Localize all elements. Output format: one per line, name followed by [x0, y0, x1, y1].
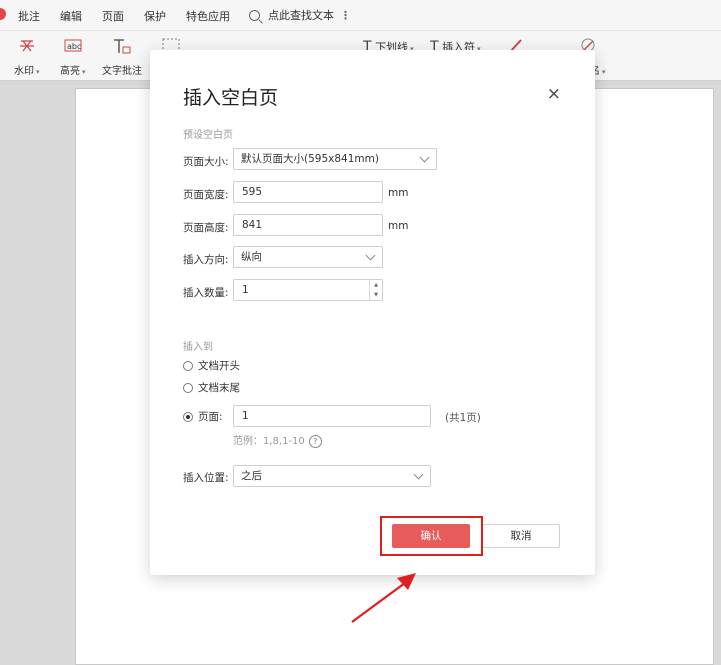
highlight-label: 高亮: [60, 66, 80, 77]
option-page-label: 页面:: [198, 411, 223, 423]
stepper-down-icon[interactable]: ▼: [370, 290, 382, 300]
stepper-arrows[interactable]: ▲ ▼: [369, 280, 382, 300]
search-box[interactable]: 点此查找文本 ⋮: [249, 7, 351, 23]
page-size-label: 页面大小:: [183, 156, 229, 168]
radio-page[interactable]: [183, 411, 193, 422]
menu-edit[interactable]: 编辑: [60, 8, 82, 24]
chevron-down-icon: [413, 469, 424, 480]
insert-count-stepper[interactable]: 1 ▲ ▼: [233, 279, 383, 301]
page-size-select[interactable]: 默认页面大小(595x841mm): [233, 148, 437, 170]
option-document-end-label: 文档末尾: [198, 382, 240, 394]
menu-page[interactable]: 页面: [102, 8, 124, 24]
insert-position-value: 之后: [241, 470, 262, 482]
page-number-input[interactable]: 1: [233, 405, 431, 427]
orientation-select[interactable]: 纵向: [233, 246, 383, 268]
chevron-down-icon: [419, 152, 430, 163]
menu-bar: 批注 编辑 页面 保护 特色应用 点此查找文本 ⋮: [0, 0, 721, 31]
svg-text:abc: abc: [67, 42, 81, 51]
app-logo-icon: [0, 8, 6, 20]
close-icon[interactable]: ×: [547, 86, 561, 103]
menu-protect[interactable]: 保护: [144, 8, 166, 24]
search-label: 点此查找文本: [268, 9, 334, 22]
dialog-title: 插入空白页: [183, 87, 279, 109]
watermark-tool[interactable]: 水印 ▾: [14, 35, 40, 77]
page-width-label: 页面宽度:: [183, 189, 229, 201]
insert-count-label: 插入数量:: [183, 287, 229, 299]
orientation-label: 插入方向:: [183, 254, 229, 266]
page-width-input[interactable]: 595: [233, 181, 383, 203]
option-document-start[interactable]: 文档开头: [183, 358, 240, 373]
highlight-tool[interactable]: abc 高亮 ▾: [60, 35, 86, 77]
page-size-value: 默认页面大小(595x841mm): [241, 153, 379, 165]
option-document-start-label: 文档开头: [198, 360, 240, 372]
radio-document-start[interactable]: [183, 360, 193, 371]
insert-to-section-label: 插入到: [183, 342, 213, 353]
example-hint: 范例：1,8,1-10?: [233, 432, 322, 448]
text-annotation-icon: [102, 35, 142, 57]
search-icon: [249, 9, 260, 21]
option-page[interactable]: 页面:: [183, 409, 223, 424]
page-width-unit: mm: [388, 187, 409, 199]
cancel-button[interactable]: 取消: [482, 524, 560, 548]
text-annotation-tool[interactable]: 文字批注: [102, 35, 142, 77]
insert-position-select[interactable]: 之后: [233, 465, 431, 487]
example-text: 范例：1,8,1-10: [233, 436, 305, 447]
insert-count-value: 1: [242, 284, 249, 296]
page-height-label: 页面高度:: [183, 222, 229, 234]
page-total-label: (共1页): [445, 412, 481, 424]
insert-position-label: 插入位置:: [183, 472, 229, 484]
insert-blank-page-dialog: 插入空白页 × 预设空白页 页面大小: 默认页面大小(595x841mm) 页面…: [150, 50, 595, 575]
orientation-value: 纵向: [241, 251, 262, 263]
help-icon[interactable]: ?: [308, 434, 322, 448]
more-icon[interactable]: ⋮: [340, 9, 351, 22]
preset-section-label: 预设空白页: [183, 130, 233, 141]
menu-annotate[interactable]: 批注: [18, 8, 40, 24]
stepper-up-icon[interactable]: ▲: [370, 280, 382, 290]
page-height-unit: mm: [388, 220, 409, 232]
menu-features[interactable]: 特色应用: [186, 8, 230, 24]
highlight-icon: abc: [60, 35, 86, 57]
watermark-icon: [14, 35, 40, 57]
watermark-label: 水印: [14, 66, 34, 77]
option-document-end[interactable]: 文档末尾: [183, 380, 240, 395]
page-height-input[interactable]: 841: [233, 214, 383, 236]
radio-document-end[interactable]: [183, 382, 193, 393]
highlight-annotation: [380, 516, 483, 556]
text-annotation-label: 文字批注: [102, 66, 142, 77]
chevron-down-icon: [365, 250, 376, 261]
